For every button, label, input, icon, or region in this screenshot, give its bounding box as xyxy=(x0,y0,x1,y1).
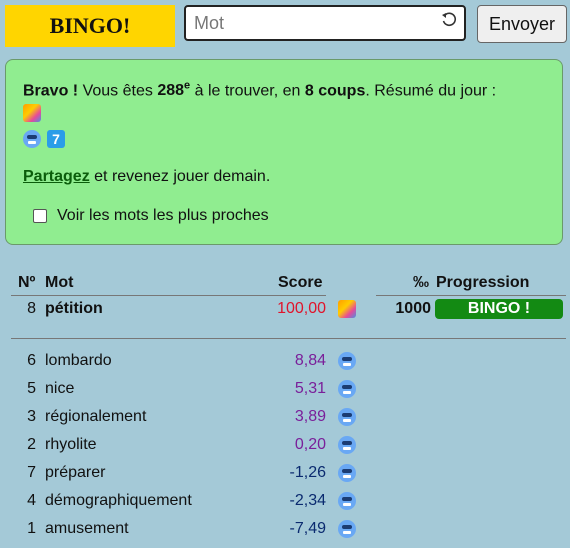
rank-prefix: Vous êtes xyxy=(82,82,153,100)
cold-face-icon xyxy=(338,520,356,538)
closest-words-checkbox[interactable] xyxy=(33,209,47,223)
summary-emoji-row-2: 7 xyxy=(23,130,65,148)
row-score: 3,89 xyxy=(294,408,326,425)
row-score: 100,00 xyxy=(277,300,326,317)
header-divider xyxy=(11,295,278,296)
header-divider xyxy=(278,295,326,296)
header-permille: ‰ xyxy=(413,274,429,291)
row-score: -7,49 xyxy=(289,520,326,537)
row-num: 7 xyxy=(27,464,36,481)
row-word: démographiquement xyxy=(45,492,192,509)
header-progression: Progression xyxy=(436,274,530,291)
header-mot: Mot xyxy=(45,274,74,291)
row-score: -2,34 xyxy=(289,492,326,509)
share-link[interactable]: Partagez xyxy=(23,168,90,185)
winner-row: 8 pétition 100,00 1000 BINGO ! xyxy=(0,299,570,328)
row-num: 6 xyxy=(27,352,36,369)
table-row: 5 nice 5,31 xyxy=(0,380,570,408)
row-word: amusement xyxy=(45,520,129,537)
row-num: 5 xyxy=(27,380,36,397)
table-row: 6 lombardo 8,84 xyxy=(0,352,570,380)
table-row: 3 régionalement 3,89 xyxy=(0,408,570,436)
row-num: 1 xyxy=(27,520,36,537)
row-progress: 1000 xyxy=(395,300,431,317)
cold-face-icon xyxy=(338,492,356,510)
party-emoji-icon xyxy=(338,300,356,323)
cold-face-icon xyxy=(338,436,356,454)
party-emoji-icon xyxy=(23,104,41,122)
logo: BINGO! xyxy=(5,5,175,47)
header-divider xyxy=(376,295,566,296)
cold-face-icon xyxy=(338,464,356,482)
result-message: Bravo ! Vous êtes 288e à le trouver, en … xyxy=(23,80,496,100)
table-row: 7 préparer -1,26 xyxy=(0,464,570,492)
cold-face-icon xyxy=(23,130,41,148)
row-num: 4 xyxy=(27,492,36,509)
row-score: 5,31 xyxy=(294,380,326,397)
summary-emoji-row-1 xyxy=(23,104,41,127)
row-word: nice xyxy=(45,380,75,397)
reset-icon[interactable] xyxy=(440,11,458,29)
share-text: et revenez jouer demain. xyxy=(94,168,271,185)
table-row: 2 rhyolite 0,20 xyxy=(0,436,570,464)
guess-input[interactable] xyxy=(186,7,434,39)
rank-suffix-text: à le trouver, en xyxy=(194,82,301,100)
bingo-badge: BINGO ! xyxy=(435,299,563,319)
row-word: lombardo xyxy=(45,352,112,369)
header-num: Nº xyxy=(18,274,36,291)
row-num: 3 xyxy=(27,408,36,425)
count-keycap-icon: 7 xyxy=(47,130,65,148)
table-row: 4 démographiquement -2,34 xyxy=(0,492,570,520)
bravo-text: Bravo ! xyxy=(23,82,79,100)
cold-face-icon xyxy=(338,380,356,398)
row-num: 2 xyxy=(27,436,36,453)
coups-value: 8 coups xyxy=(304,82,366,100)
row-word: régionalement xyxy=(45,408,147,425)
row-word: préparer xyxy=(45,464,106,481)
summary-text: . Résumé du jour : xyxy=(365,82,497,100)
share-line: Partagez et revenez jouer demain. xyxy=(23,168,270,186)
table-row: 1 amusement -7,49 xyxy=(0,520,570,548)
winner-divider xyxy=(11,338,566,339)
cold-face-icon xyxy=(338,408,356,426)
row-score: -1,26 xyxy=(289,464,326,481)
row-word: rhyolite xyxy=(45,436,97,453)
cold-face-icon xyxy=(338,352,356,370)
row-score: 0,20 xyxy=(294,436,326,453)
closest-words-toggle[interactable]: Voir les mots les plus proches xyxy=(33,207,269,225)
rank-value: 288e xyxy=(157,80,191,100)
top-bar: BINGO! Envoyer xyxy=(5,5,567,47)
header-score: Score xyxy=(278,274,323,291)
row-word: pétition xyxy=(45,300,103,317)
closest-words-label: Voir les mots les plus proches xyxy=(57,207,269,224)
row-num: 8 xyxy=(27,300,36,317)
result-panel: Bravo ! Vous êtes 288e à le trouver, en … xyxy=(5,59,563,245)
guess-input-box[interactable] xyxy=(184,5,466,41)
send-button[interactable]: Envoyer xyxy=(477,5,567,43)
row-score: 8,84 xyxy=(294,352,326,369)
